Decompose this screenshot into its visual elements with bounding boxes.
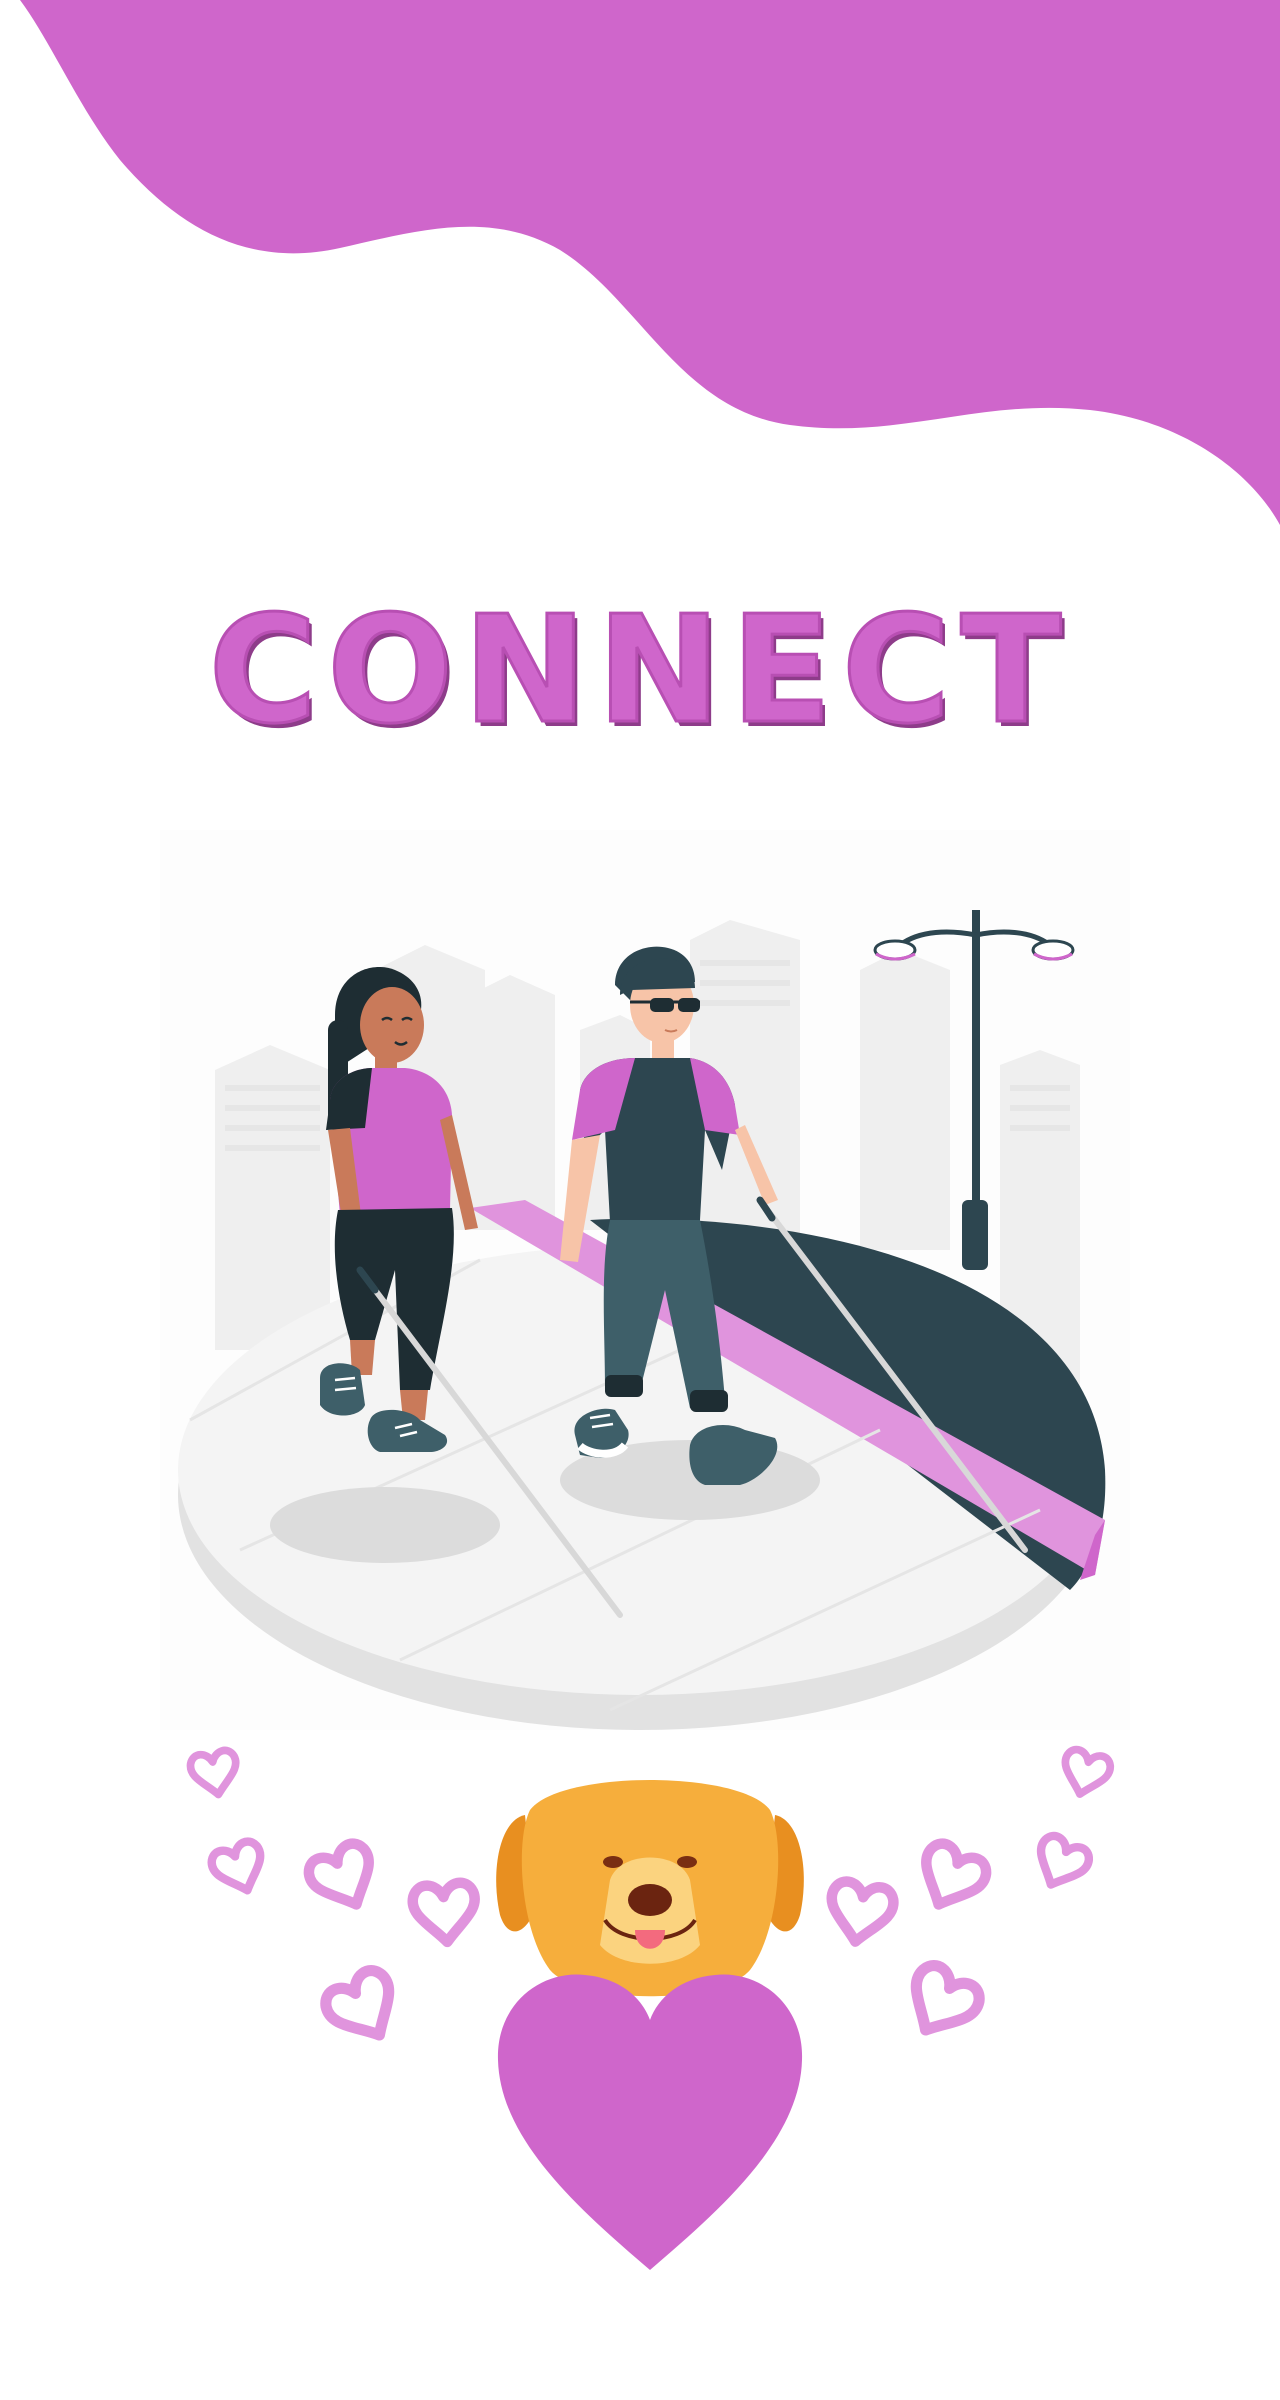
page-title: CONNECT bbox=[207, 584, 1072, 756]
guide-dog-with-hearts-illustration bbox=[180, 1730, 1120, 2270]
small-heart-icon bbox=[208, 1838, 271, 1898]
walking-scene-illustration bbox=[160, 830, 1130, 1730]
small-heart-icon bbox=[1028, 1832, 1093, 1895]
small-heart-icon bbox=[189, 1749, 241, 1799]
small-heart-icon bbox=[304, 1839, 385, 1918]
small-heart-icon bbox=[825, 1879, 896, 1947]
small-heart-icon bbox=[411, 1882, 478, 1945]
small-heart-icon bbox=[910, 1839, 991, 1918]
guide-dog-icon bbox=[496, 1780, 804, 1997]
small-heart-icon bbox=[1058, 1747, 1113, 1800]
small-heart-icon bbox=[320, 1965, 408, 2052]
big-heart-icon bbox=[497, 1974, 803, 2270]
header-wave-shape bbox=[0, 0, 1280, 525]
small-heart-icon bbox=[897, 1960, 985, 2047]
